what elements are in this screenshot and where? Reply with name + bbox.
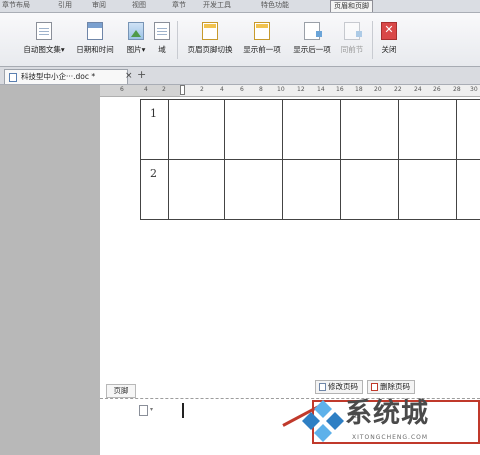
header-footer-switch-label: 页眉页脚切换 bbox=[187, 45, 233, 54]
tab-view[interactable]: 视图 bbox=[132, 0, 146, 12]
ruler-label: 30 bbox=[470, 86, 478, 93]
autotext-label: 自动图文集 bbox=[23, 45, 61, 54]
show-previous-icon bbox=[254, 22, 270, 40]
tab-section-layout[interactable]: 章节布局 bbox=[2, 0, 30, 12]
document-tab-bar: 科技型中小企···.doc * × + bbox=[0, 67, 480, 85]
link-to-previous-label: 同前节 bbox=[340, 45, 364, 54]
ribbon-separator bbox=[372, 21, 373, 59]
show-previous-button[interactable]: 显示前一项 bbox=[240, 16, 284, 62]
calendar-icon bbox=[87, 22, 103, 40]
ruler-label: 20 bbox=[374, 86, 382, 93]
chevron-down-icon: ▾ bbox=[141, 45, 146, 54]
field-label: 域 bbox=[158, 45, 166, 54]
watermark-subtitle: XITONGCHENG.COM bbox=[352, 434, 429, 441]
ruler-label: 2 bbox=[200, 86, 204, 93]
ruler-label: 4 bbox=[220, 86, 224, 93]
ruler-label: 22 bbox=[394, 86, 402, 93]
close-header-footer-button[interactable]: ✕ 关闭 bbox=[378, 16, 400, 62]
show-next-button[interactable]: 显示后一项 bbox=[290, 16, 334, 62]
chevron-down-icon[interactable]: ▾ bbox=[150, 406, 153, 413]
modified-marker: * bbox=[91, 72, 96, 81]
document-tab[interactable]: 科技型中小企···.doc * × bbox=[4, 69, 133, 84]
ruler-label: 18 bbox=[355, 86, 363, 93]
tab-review[interactable]: 审阅 bbox=[92, 0, 106, 12]
ruler-label: 2 bbox=[162, 86, 166, 93]
indent-marker-icon[interactable] bbox=[180, 85, 185, 95]
ruler-label: 4 bbox=[144, 86, 148, 93]
new-tab-icon[interactable]: + bbox=[137, 69, 146, 81]
autotext-icon bbox=[36, 22, 52, 40]
tab-developer-tools[interactable]: 开发工具 bbox=[203, 0, 231, 12]
table-row-number: 1 bbox=[150, 107, 157, 120]
close-tab-icon[interactable]: × bbox=[125, 70, 133, 83]
tab-header-footer[interactable]: 页眉和页脚 bbox=[330, 0, 373, 12]
text-cursor bbox=[182, 403, 184, 418]
close-label: 关闭 bbox=[381, 45, 397, 54]
ruler-label: 24 bbox=[414, 86, 422, 93]
ruler-label: 16 bbox=[336, 86, 344, 93]
navigation-pane bbox=[0, 85, 101, 455]
header-footer-switch-button[interactable]: 页眉页脚切换 bbox=[184, 16, 236, 62]
date-time-button[interactable]: 日期和时间 bbox=[73, 16, 117, 62]
ruler-label: 12 bbox=[297, 86, 305, 93]
xitongcheng-logo-icon bbox=[302, 400, 344, 442]
footer-label: 页脚 bbox=[106, 384, 136, 398]
delete-icon bbox=[371, 383, 378, 391]
ruler-label: 8 bbox=[259, 86, 263, 93]
ruler-label: 6 bbox=[240, 86, 244, 93]
chevron-down-icon: ▾ bbox=[60, 45, 65, 54]
insert-page-number-icon[interactable] bbox=[139, 405, 148, 416]
ruler-label: 26 bbox=[433, 86, 441, 93]
show-next-icon bbox=[304, 22, 322, 40]
field-button[interactable]: 域 bbox=[154, 16, 170, 62]
document-name: 科技型中小企···.doc bbox=[21, 72, 90, 81]
ruler-label: 10 bbox=[277, 86, 285, 93]
link-to-previous-button[interactable]: 同前节 bbox=[339, 16, 365, 62]
tab-chapter[interactable]: 章节 bbox=[172, 0, 186, 12]
ribbon-toolbar: 自动图文集▾ 日期和时间 图片▾ 域 页眉页脚切换 显示前一项 显示后一项 同前… bbox=[0, 13, 480, 67]
ruler-label: 28 bbox=[453, 86, 461, 93]
ruler-label: 14 bbox=[317, 86, 325, 93]
page-number-icon bbox=[319, 383, 326, 391]
horizontal-ruler[interactable]: 6 4 2 2 4 6 8 10 12 14 16 18 20 22 24 26… bbox=[100, 85, 480, 97]
tab-special-features[interactable]: 特色功能 bbox=[261, 0, 289, 12]
ruler-margin bbox=[100, 85, 180, 96]
date-time-label: 日期和时间 bbox=[76, 45, 114, 54]
document-icon bbox=[9, 73, 17, 82]
watermark-title: 系统城 bbox=[345, 398, 429, 429]
document-table[interactable]: 1 2 bbox=[140, 99, 480, 220]
picture-button[interactable]: 图片▾ bbox=[120, 16, 152, 62]
close-icon: ✕ bbox=[381, 22, 397, 40]
autotext-button[interactable]: 自动图文集▾ bbox=[14, 16, 74, 62]
ribbon-separator bbox=[177, 21, 178, 59]
picture-icon bbox=[128, 22, 144, 40]
show-next-label: 显示后一项 bbox=[293, 45, 331, 54]
field-icon bbox=[154, 22, 170, 40]
ruler-label: 6 bbox=[120, 86, 124, 93]
tab-references[interactable]: 引用 bbox=[58, 0, 72, 12]
link-to-previous-icon bbox=[344, 22, 362, 40]
menu-bar: 章节布局 引用 审阅 视图 章节 开发工具 特色功能 页眉和页脚 bbox=[0, 0, 480, 13]
header-footer-switch-icon bbox=[202, 22, 218, 40]
show-previous-label: 显示前一项 bbox=[243, 45, 281, 54]
picture-label: 图片 bbox=[126, 45, 142, 54]
table-row-number: 2 bbox=[150, 167, 157, 180]
